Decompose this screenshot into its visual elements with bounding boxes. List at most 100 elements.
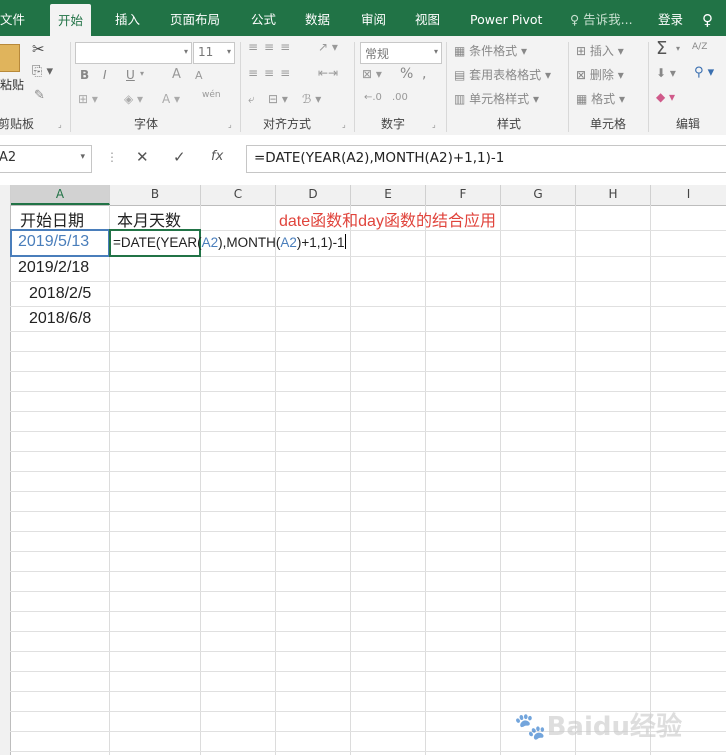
name-box[interactable]: A2 ▾ xyxy=(0,145,92,173)
tab-file[interactable]: 文件 xyxy=(0,0,25,36)
grow-font-button[interactable]: A xyxy=(172,67,181,82)
column-header-f[interactable]: F xyxy=(426,185,501,205)
autosum-dropdown-icon[interactable]: ▾ xyxy=(676,44,680,53)
lightbulb-icon: ♀ xyxy=(570,12,580,27)
column-header-c[interactable]: C xyxy=(201,185,276,205)
cell-a1[interactable]: 开始日期 xyxy=(20,207,84,231)
tab-power-pivot[interactable]: Power Pivot xyxy=(470,0,542,36)
underline-dropdown-icon[interactable]: ▾ xyxy=(140,69,144,78)
tab-review[interactable]: 审阅 xyxy=(361,0,386,36)
border-icon[interactable]: ⊞ ▾ xyxy=(78,92,98,106)
font-color-icon[interactable]: A ▾ xyxy=(162,92,180,106)
find-select-icon[interactable]: ⚲ ▾ xyxy=(694,65,714,80)
format-painter-icon[interactable]: ✎ xyxy=(34,88,45,103)
cut-icon[interactable]: ✂ xyxy=(32,40,45,58)
delete-icon: ⊠ xyxy=(576,68,587,82)
tab-home[interactable]: 开始 xyxy=(50,4,92,38)
font-name-dropdown[interactable]: ▾ xyxy=(75,42,192,64)
cell-b2-editing[interactable]: =DATE(YEAR(A2),MONTH(A2)+1,1)-1 xyxy=(113,234,346,250)
paste-icon[interactable] xyxy=(0,44,20,72)
font-size-dropdown[interactable]: 11 ▾ xyxy=(193,42,235,64)
clear-icon[interactable]: ◆ ▾ xyxy=(656,90,675,104)
column-headers: A B C D E F G H I xyxy=(0,185,726,206)
styles-group-label: 样式 xyxy=(497,117,522,131)
column-header-g[interactable]: G xyxy=(501,185,576,205)
conditional-format-button[interactable]: ▦ 条件格式 ▾ xyxy=(454,42,527,59)
ribbon: 粘贴 ✂ ⎘ ▾ ✎ 剪贴板 ⌟ ▾ 11 ▾ B I U ▾ A A ⊞ ▾ ◈… xyxy=(0,36,726,136)
increase-decimal-button[interactable]: ←.0 xyxy=(364,92,382,103)
column-header-a[interactable]: A xyxy=(11,185,110,205)
tab-data[interactable]: 数据 xyxy=(305,0,330,36)
tab-insert[interactable]: 插入 xyxy=(115,0,140,36)
select-all-corner[interactable] xyxy=(0,185,11,205)
alignment-launcher-icon[interactable]: ⌟ xyxy=(342,120,346,129)
group-separator xyxy=(70,42,71,132)
comma-button[interactable]: , xyxy=(422,66,426,82)
indent-icons[interactable]: ⇤⇥ xyxy=(318,66,338,80)
bold-button[interactable]: B xyxy=(80,68,89,82)
insert-function-button[interactable]: fx xyxy=(211,149,223,164)
share-user-icon[interactable]: ♀ xyxy=(702,0,713,36)
format-as-table-button[interactable]: ▤ 套用表格格式 ▾ xyxy=(454,66,551,83)
tab-view[interactable]: 视图 xyxy=(415,0,440,36)
tell-me-search[interactable]: ♀ 告诉我... xyxy=(570,0,633,36)
cell-a3[interactable]: 2019/2/18 xyxy=(18,259,89,277)
autosum-button[interactable]: Σ xyxy=(656,38,667,59)
sort-filter-button[interactable]: A/Z xyxy=(692,42,707,52)
number-launcher-icon[interactable]: ⌟ xyxy=(432,120,436,129)
format-icon: ▦ xyxy=(576,92,588,106)
cell-a5[interactable]: 2018/6/8 xyxy=(29,310,91,328)
column-header-e[interactable]: E xyxy=(351,185,426,205)
format-cells-button[interactable]: ▦ 格式 ▾ xyxy=(576,90,625,107)
cell-a4[interactable]: 2018/2/5 xyxy=(29,285,91,303)
watermark: 🐾Baidu经验 xyxy=(514,712,682,742)
formula-bar-grip-icon: ⋮ xyxy=(106,150,118,164)
column-header-i[interactable]: I xyxy=(651,185,726,205)
column-header-b[interactable]: B xyxy=(110,185,201,205)
percent-button[interactable]: % xyxy=(400,66,413,82)
cell-d1[interactable]: date函数和day函数的结合应用 xyxy=(279,207,496,231)
column-header-d[interactable]: D xyxy=(276,185,351,205)
insert-cells-button[interactable]: ⊞ 插入 ▾ xyxy=(576,42,624,59)
clipboard-launcher-icon[interactable]: ⌟ xyxy=(58,120,62,129)
cell-b1[interactable]: 本月天数 xyxy=(117,207,181,231)
group-separator xyxy=(446,42,447,132)
paste-button[interactable]: 粘贴 xyxy=(0,76,24,93)
formula-input[interactable]: =DATE(YEAR(A2),MONTH(A2)+1,1)-1 xyxy=(246,145,726,173)
column-header-h[interactable]: H xyxy=(576,185,651,205)
shrink-font-button[interactable]: A xyxy=(195,69,203,82)
font-launcher-icon[interactable]: ⌟ xyxy=(228,120,232,129)
text-direction-icon[interactable]: ℬ ▾ xyxy=(302,92,321,106)
cell-styles-button[interactable]: ▥ 单元格样式 ▾ xyxy=(454,90,539,107)
copy-icon[interactable]: ⎘ ▾ xyxy=(32,64,53,79)
delete-cells-button[interactable]: ⊠ 删除 ▾ xyxy=(576,66,624,83)
cell-grid[interactable] xyxy=(0,205,726,755)
decrease-decimal-button[interactable]: .00 xyxy=(392,92,408,103)
tab-formulas[interactable]: 公式 xyxy=(251,0,276,36)
fill-color-icon[interactable]: ◈ ▾ xyxy=(124,92,143,106)
merge-center-icon[interactable]: ⊟ ▾ xyxy=(268,92,288,106)
wrap-text-icon[interactable]: ⤶ xyxy=(248,92,255,107)
table-icon: ▤ xyxy=(454,68,466,82)
vertical-align-icons[interactable]: ≡≡≡ xyxy=(248,40,296,54)
conditional-format-icon: ▦ xyxy=(454,44,466,58)
number-format-dropdown[interactable]: 常规 ▾ xyxy=(360,42,442,64)
clipboard-group-label: 剪贴板 xyxy=(0,117,35,131)
horizontal-align-icons[interactable]: ≡≡≡ xyxy=(248,66,296,80)
enter-entry-button[interactable]: ✓ xyxy=(173,148,186,166)
sign-in-button[interactable]: 登录 xyxy=(658,0,683,36)
phonetic-button[interactable]: wén xyxy=(202,90,221,100)
insert-icon: ⊞ xyxy=(576,44,587,58)
currency-icon[interactable]: ⊠ ▾ xyxy=(362,67,382,81)
underline-button[interactable]: U xyxy=(126,68,135,82)
alignment-group-label: 对齐方式 xyxy=(263,117,312,131)
cells-group-label: 单元格 xyxy=(590,117,627,131)
cancel-entry-button[interactable]: ✕ xyxy=(136,148,149,166)
tab-page-layout[interactable]: 页面布局 xyxy=(170,0,220,36)
number-group-label: 数字 xyxy=(381,117,406,131)
orientation-icon[interactable]: ↗ ▾ xyxy=(318,40,338,54)
cell-a2[interactable]: 2019/5/13 xyxy=(18,233,89,251)
name-box-dropdown-icon[interactable]: ▾ xyxy=(80,152,85,162)
fill-icon[interactable]: ⬇ ▾ xyxy=(656,66,676,80)
italic-button[interactable]: I xyxy=(103,68,107,82)
